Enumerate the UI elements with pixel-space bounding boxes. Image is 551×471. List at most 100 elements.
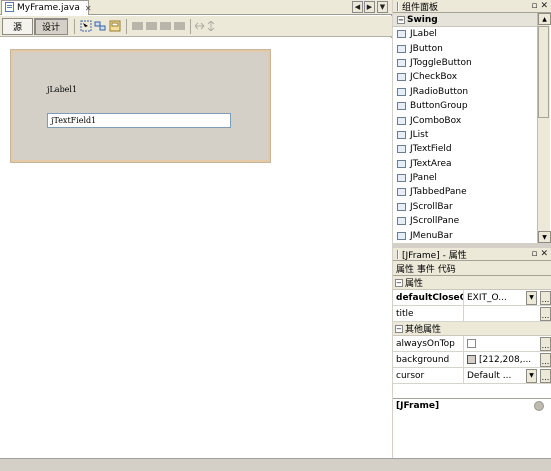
palette-item-buttongroup[interactable]: ButtonGroup — [393, 99, 538, 113]
prop-row-defaultcloseoperation[interactable]: defaultCloseOpe EXIT_O...▼... — [393, 290, 551, 306]
file-tab[interactable]: MyFrame.java ✕ — [1, 0, 92, 15]
buttongroup-icon — [397, 102, 406, 111]
palette-item-jtabbedpane[interactable]: JTabbedPane — [393, 185, 538, 199]
palette-item-label: JCheckBox — [410, 72, 458, 83]
status-bar — [0, 458, 551, 471]
jmenubar-icon — [397, 231, 406, 240]
selection-mode-icon[interactable] — [80, 20, 92, 32]
scroll-thumb[interactable] — [538, 26, 549, 118]
palette-item-label: JButton — [410, 43, 443, 54]
prop-key: defaultCloseOpe — [393, 290, 464, 305]
palette-item-jscrollpane[interactable]: JScrollPane — [393, 214, 538, 228]
ellipsis-button[interactable]: ... — [540, 368, 551, 383]
palette-item-label: JList — [410, 129, 429, 140]
prop-value[interactable]: Default ... — [467, 371, 523, 381]
palette-item-jlabel[interactable]: JLabel — [393, 27, 538, 41]
prop-key: alwaysOnTop — [393, 336, 464, 351]
collapse-icon[interactable]: − — [395, 278, 403, 287]
jtabbedpane-icon — [397, 188, 406, 197]
palette-item-label: JComboBox — [410, 115, 462, 126]
checkbox[interactable] — [467, 339, 476, 348]
section-properties[interactable]: − 属性 — [393, 276, 551, 290]
prop-value[interactable]: EXIT_O... — [467, 293, 523, 303]
close-panel-icon[interactable]: ✕ — [540, 1, 548, 11]
help-icon[interactable] — [534, 401, 544, 411]
palette-category-swing[interactable]: − Swing — [393, 13, 538, 27]
palette-item-label: ButtonGroup — [410, 101, 468, 112]
jtextarea-icon — [397, 159, 406, 168]
toolbar-separator — [190, 19, 191, 34]
preview-design-icon[interactable] — [109, 20, 121, 32]
palette-item-jcheckbox[interactable]: JCheckBox — [393, 70, 538, 84]
prop-row-cursor[interactable]: cursor Default ... ▼... — [393, 368, 551, 384]
prop-row-title[interactable]: title ... — [393, 306, 551, 322]
scroll-tabs-right-button[interactable]: ▶ — [364, 1, 375, 13]
jtextfield-component[interactable]: jTextField1 — [47, 113, 231, 128]
properties-tabs[interactable]: 属性 事件 代码 — [393, 261, 551, 276]
tab-list-dropdown-button[interactable]: ▼ — [377, 1, 388, 13]
palette-item-jcombobox[interactable]: JComboBox — [393, 113, 538, 127]
minimize-panel-icon[interactable]: ▫ — [531, 1, 537, 11]
prop-row-background[interactable]: background [212,208,...... — [393, 352, 551, 368]
jcheckbox-icon — [397, 73, 406, 82]
collapse-icon[interactable]: − — [395, 324, 403, 333]
jframe-preview[interactable]: jLabel1 jTextField1 — [11, 50, 270, 162]
palette-item-label: JScrollBar — [410, 201, 453, 212]
source-mode-button[interactable]: 源 — [2, 18, 33, 35]
palette-item-jtogglebutton[interactable]: JToggleButton — [393, 56, 538, 70]
ellipsis-button[interactable]: ... — [540, 352, 551, 367]
drag-grip-icon[interactable] — [397, 1, 399, 11]
palette-item-jbutton[interactable]: JButton — [393, 41, 538, 55]
jlabel-component[interactable]: jLabel1 — [47, 85, 77, 94]
palette-item-label: JTextField — [410, 144, 452, 155]
minimize-panel-icon[interactable]: ▫ — [531, 249, 537, 259]
section-other-properties[interactable]: − 其他属性 — [393, 322, 551, 336]
palette-item-label: JScrollPane — [410, 216, 460, 227]
palette-item-label: JPanel — [410, 173, 437, 184]
palette-scrollbar[interactable]: ▲ ▼ — [537, 13, 551, 243]
scroll-down-icon[interactable]: ▼ — [538, 231, 551, 243]
palette-item-label: JRadioButton — [410, 86, 469, 97]
palette-item-jradiobutton[interactable]: JRadioButton — [393, 85, 538, 99]
jscrollbar-icon — [397, 202, 406, 211]
toolbar-separator — [126, 19, 127, 34]
prop-key: title — [393, 306, 464, 321]
editor-toolbar: 源 设计 — [0, 16, 392, 37]
dropdown-icon[interactable]: ▼ — [526, 290, 537, 305]
prop-value[interactable]: [212,208,... — [479, 355, 537, 365]
palette-item-jpanel[interactable]: JPanel — [393, 171, 538, 185]
ellipsis-button[interactable]: ... — [540, 290, 551, 305]
connection-mode-icon[interactable] — [94, 20, 106, 32]
palette-item-jmenubar[interactable]: JMenuBar — [393, 228, 538, 242]
jtogglebutton-icon — [397, 58, 406, 67]
close-tab-icon[interactable]: ✕ — [85, 4, 92, 13]
scroll-up-icon[interactable]: ▲ — [538, 13, 551, 25]
jscrollpane-icon — [397, 217, 406, 226]
close-panel-icon[interactable]: ✕ — [540, 249, 548, 259]
palette-title-bar: 组件面板 ▫ ✕ — [393, 0, 551, 13]
ellipsis-button[interactable]: ... — [540, 306, 551, 321]
palette-item-jlist[interactable]: JList — [393, 128, 538, 142]
prop-row-alwaysontop[interactable]: alwaysOnTop ... — [393, 336, 551, 352]
selected-component-label: [JFrame] — [396, 401, 440, 411]
palette-item-label: JTextArea — [410, 158, 452, 169]
editor-tab-bar: MyFrame.java ✕ ◀ ▶ ▼ — [0, 0, 392, 15]
divider — [393, 398, 551, 399]
ellipsis-button[interactable]: ... — [540, 336, 551, 351]
palette-title: 组件面板 — [402, 2, 439, 13]
drag-grip-icon[interactable] — [397, 249, 399, 259]
java-file-icon — [5, 1, 14, 15]
jlabel-icon — [397, 30, 406, 39]
palette-item-label: JLabel — [410, 29, 437, 40]
jbutton-icon — [397, 44, 406, 53]
design-mode-button[interactable]: 设计 — [34, 18, 68, 35]
collapse-icon[interactable]: − — [397, 15, 405, 24]
scroll-tabs-left-button[interactable]: ◀ — [352, 1, 363, 13]
palette-item-label: JToggleButton — [410, 57, 472, 68]
dropdown-icon[interactable]: ▼ — [526, 368, 537, 383]
palette-item-jtextarea[interactable]: JTextArea — [393, 157, 538, 171]
palette-item-jtextfield[interactable]: JTextField — [393, 142, 538, 156]
properties-title: [JFrame] - 属性 — [402, 250, 467, 261]
properties-title-bar: [JFrame] - 属性 ▫ ✕ — [393, 248, 551, 261]
palette-item-jscrollbar[interactable]: JScrollBar — [393, 200, 538, 214]
